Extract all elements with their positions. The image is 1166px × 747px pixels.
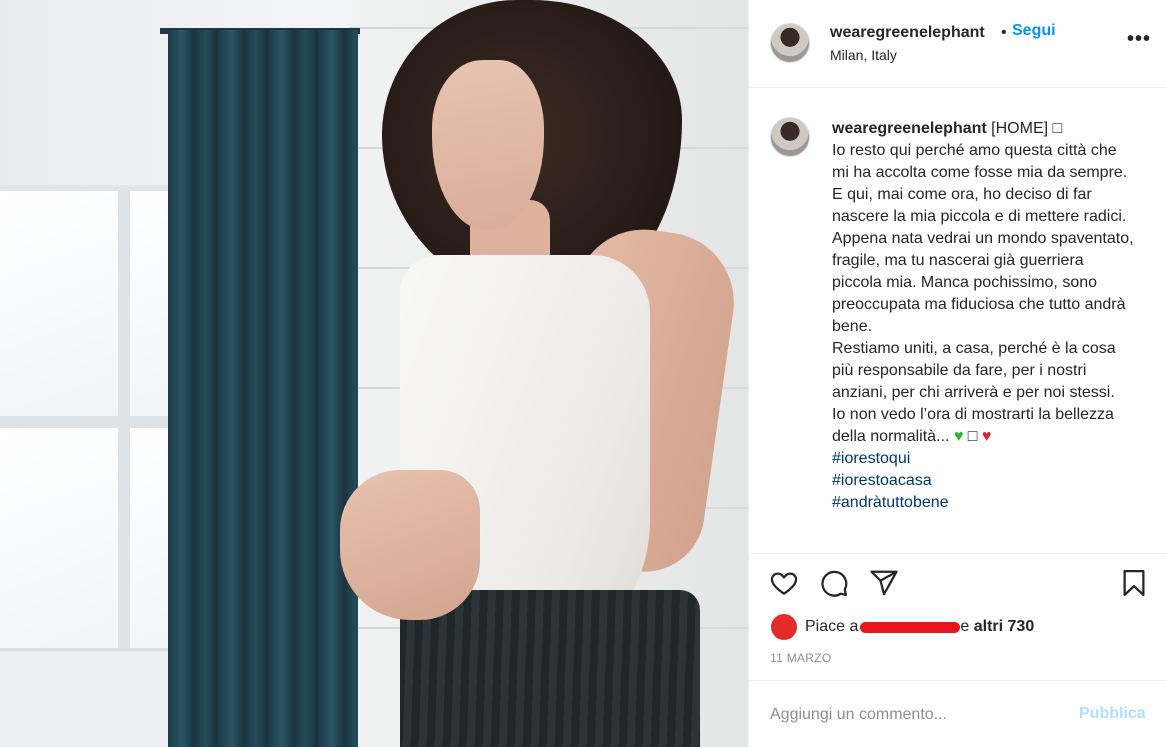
likes-summary: Piace a e altri 730 bbox=[771, 612, 1034, 642]
heart-outline-icon[interactable] bbox=[769, 568, 801, 600]
caption-username[interactable]: wearegreenelephant bbox=[832, 120, 987, 137]
caption-area: wearegreenelephant [HOME] □ Io resto qui… bbox=[749, 89, 1166, 552]
follow-button[interactable]: Segui bbox=[1012, 22, 1056, 40]
post-location[interactable]: Milan, Italy bbox=[830, 47, 897, 63]
author-avatar[interactable] bbox=[770, 23, 810, 63]
separator-dot: • bbox=[1001, 24, 1007, 41]
caption-text: [HOME] □ Io resto qui perché amo questa … bbox=[832, 120, 1134, 445]
hashtag-link[interactable]: #iorestoqui bbox=[832, 448, 1137, 470]
add-comment-section: Pubblica bbox=[749, 680, 1166, 747]
post-date[interactable]: 11 MARZO bbox=[770, 651, 832, 665]
liker-avatar[interactable] bbox=[771, 614, 797, 640]
post-photo[interactable] bbox=[0, 0, 748, 747]
post-side-panel: wearegreenelephant • Segui Milan, Italy … bbox=[748, 0, 1166, 747]
post-caption: wearegreenelephant [HOME] □ Io resto qui… bbox=[832, 118, 1137, 514]
author-username[interactable]: wearegreenelephant bbox=[830, 24, 985, 42]
hands-on-belly bbox=[340, 470, 480, 620]
paper-plane-icon[interactable] bbox=[869, 568, 901, 600]
likes-conjunction: e bbox=[960, 618, 970, 635]
post-comment-button[interactable]: Pubblica bbox=[1079, 705, 1146, 723]
window-sill bbox=[0, 648, 170, 747]
green-heart-icon: ♥ bbox=[953, 428, 964, 445]
curtain bbox=[168, 30, 358, 747]
hashtag-link[interactable]: #andràtuttobene bbox=[832, 492, 1137, 514]
post-header: wearegreenelephant • Segui Milan, Italy … bbox=[749, 0, 1166, 88]
action-bar bbox=[749, 553, 1166, 615]
more-options-icon[interactable]: ••• bbox=[1127, 28, 1151, 51]
bookmark-icon[interactable] bbox=[1119, 568, 1151, 600]
red-heart-icon: ♥ bbox=[981, 428, 992, 445]
likes-count-link[interactable]: altri 730 bbox=[974, 618, 1034, 636]
emoji-box-icon: □ bbox=[963, 428, 982, 445]
caption-author-avatar[interactable] bbox=[770, 117, 810, 157]
comment-input[interactable] bbox=[770, 703, 1070, 727]
hashtag-link[interactable]: #iorestoacasa bbox=[832, 470, 1137, 492]
comment-bubble-icon[interactable] bbox=[819, 568, 851, 600]
hashtag-list: #iorestoqui #iorestoacasa #andràtuttobene bbox=[832, 448, 1137, 514]
likes-prefix: Piace a bbox=[805, 618, 859, 635]
redacted-username bbox=[860, 621, 961, 633]
